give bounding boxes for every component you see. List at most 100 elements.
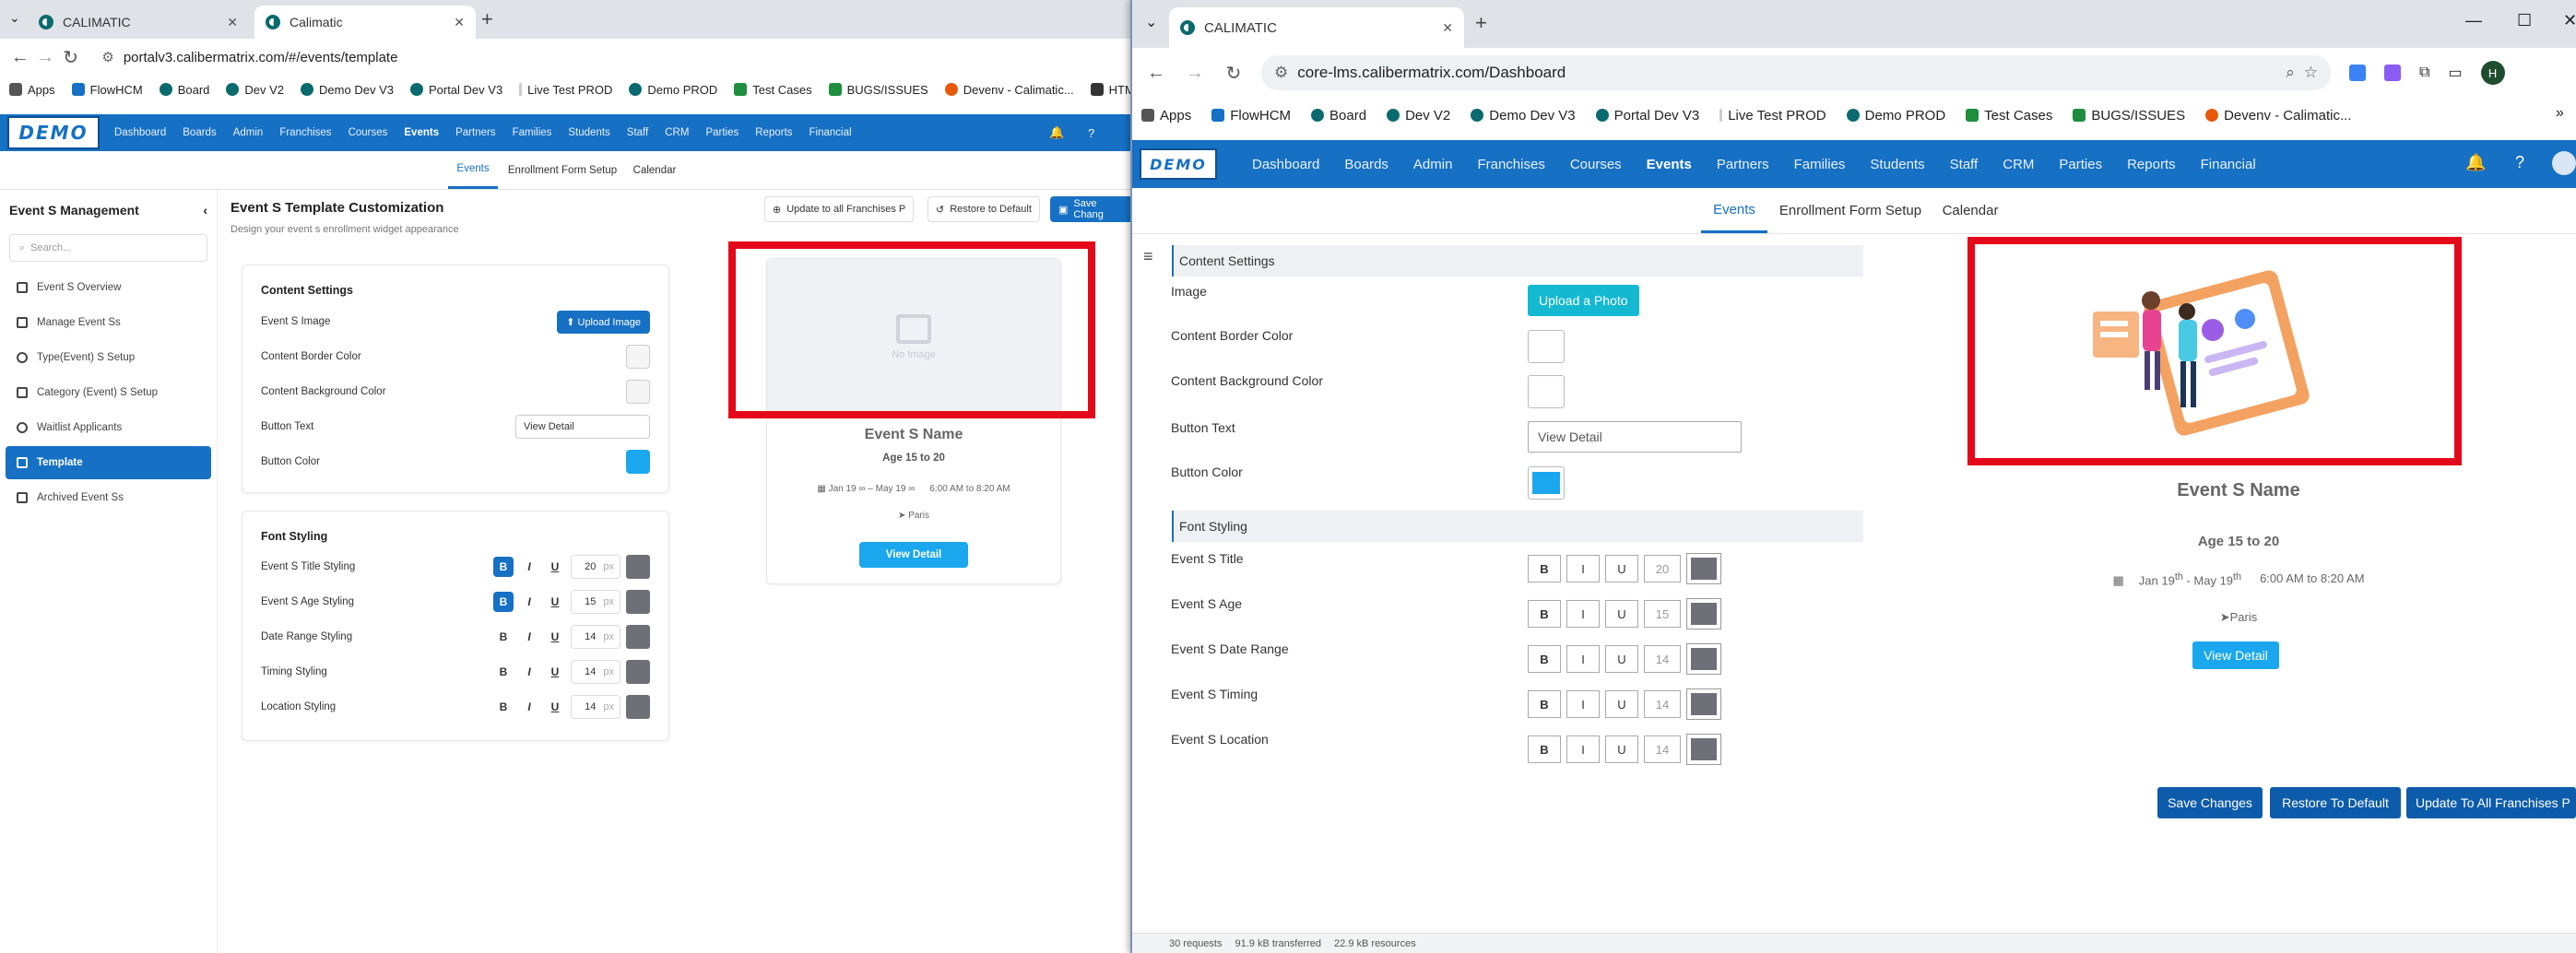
nav-financial[interactable]: Financial bbox=[809, 127, 852, 138]
tab-events[interactable]: Events bbox=[1701, 188, 1767, 233]
sidebar-item-manage-events[interactable]: Manage Event Ss bbox=[6, 306, 211, 339]
upload-image-button[interactable]: ⬆ Upload Image bbox=[557, 310, 650, 334]
tab-events[interactable]: Events bbox=[448, 151, 498, 189]
profile-avatar[interactable]: H bbox=[2480, 61, 2505, 85]
font-size-input[interactable]: 20 px bbox=[571, 555, 620, 579]
nav-staff[interactable]: Staff bbox=[627, 127, 648, 138]
italic-toggle[interactable]: I bbox=[1566, 600, 1600, 628]
close-icon[interactable]: ✕ bbox=[454, 15, 465, 30]
nav-parties[interactable]: Parties bbox=[705, 127, 739, 138]
sidebar-search-input[interactable]: ⌕ Search... bbox=[9, 234, 207, 262]
url-field[interactable]: ⚙ portalv3.calibermatrix.com/#/events/te… bbox=[90, 43, 1130, 71]
font-size-input[interactable]: 14 px bbox=[571, 695, 620, 719]
nav-franchises[interactable]: Franchises bbox=[279, 127, 331, 138]
sidebar-item-category-setup[interactable]: Category (Event) S Setup bbox=[6, 376, 211, 409]
preview-view-detail-button[interactable]: View Detail bbox=[2192, 641, 2279, 669]
nav-parties[interactable]: Parties bbox=[2059, 157, 2102, 172]
bold-toggle[interactable]: B bbox=[1528, 555, 1561, 582]
sidepanel-icon[interactable]: ▭ bbox=[2448, 64, 2462, 82]
bold-toggle[interactable]: B bbox=[493, 697, 514, 717]
font-size-input[interactable]: 15 bbox=[1644, 600, 1681, 628]
font-size-input[interactable]: 14 px bbox=[571, 660, 620, 684]
underline-toggle[interactable]: U bbox=[1605, 735, 1638, 763]
font-color-picker[interactable] bbox=[626, 590, 650, 614]
extension-f-icon[interactable] bbox=[2349, 65, 2366, 81]
nav-reports[interactable]: Reports bbox=[2127, 157, 2176, 172]
font-size-input[interactable]: 15 px bbox=[571, 590, 620, 614]
font-size-input[interactable]: 14 bbox=[1644, 690, 1681, 718]
browser-tab-active[interactable]: Calimatic ✕ bbox=[254, 6, 476, 39]
background-color-picker[interactable] bbox=[1528, 375, 1565, 408]
update-all-franchises-button[interactable]: ⊕ Update to all Franchises P bbox=[764, 196, 915, 222]
nav-families[interactable]: Families bbox=[513, 127, 552, 138]
back-icon[interactable]: ← bbox=[1143, 63, 1169, 84]
browser-tab-active[interactable]: CALIMATIC ✕ bbox=[1169, 7, 1464, 48]
bold-toggle[interactable]: B bbox=[493, 662, 514, 682]
button-text-input[interactable]: View Detail bbox=[1528, 421, 1742, 453]
restore-default-button[interactable]: Restore To Default bbox=[2270, 787, 2401, 818]
menu-icon[interactable]: ≡ bbox=[1143, 247, 1153, 266]
italic-toggle[interactable]: I bbox=[519, 592, 539, 612]
nav-financial[interactable]: Financial bbox=[2201, 157, 2256, 172]
bookmark[interactable]: Devenv - Calimatic... bbox=[944, 83, 1074, 97]
bookmark[interactable]: BUGS/ISSUES bbox=[828, 83, 928, 97]
demo-logo[interactable]: DEMO bbox=[7, 116, 100, 149]
font-color-picker[interactable] bbox=[626, 625, 650, 649]
close-window-icon[interactable]: ✕ bbox=[2563, 11, 2576, 30]
underline-toggle[interactable]: U bbox=[545, 662, 565, 682]
bookmark[interactable]: Portal Dev V3 bbox=[409, 83, 502, 97]
update-all-franchises-button[interactable]: Update To All Franchises P bbox=[2406, 787, 2576, 818]
restore-default-button[interactable]: ↺ Restore to Default bbox=[928, 196, 1040, 222]
nav-partners[interactable]: Partners bbox=[1717, 157, 1769, 172]
url-field[interactable]: ⚙ core-lms.calibermatrix.com/Dashboard ⌕… bbox=[1261, 55, 2331, 90]
italic-toggle[interactable]: I bbox=[1566, 735, 1600, 763]
bookmark[interactable]: Dev V2 bbox=[1387, 108, 1450, 124]
nav-admin[interactable]: Admin bbox=[1413, 157, 1453, 172]
underline-toggle[interactable]: U bbox=[1605, 690, 1638, 718]
nav-dashboard[interactable]: Dashboard bbox=[1252, 157, 1319, 172]
bookmark[interactable]: Demo Dev V3 bbox=[1471, 108, 1576, 124]
italic-toggle[interactable]: I bbox=[1566, 555, 1600, 582]
collapse-chevron-icon[interactable]: ‹ bbox=[203, 203, 207, 218]
tab-list-icon[interactable]: ⌄ bbox=[1145, 13, 1157, 31]
more-bookmarks-icon[interactable]: » bbox=[2556, 105, 2564, 122]
font-color-picker[interactable] bbox=[1686, 643, 1721, 675]
font-size-input[interactable]: 20 bbox=[1644, 555, 1681, 582]
bookmark[interactable]: Board bbox=[1311, 108, 1366, 124]
bell-icon[interactable]: 🔔 bbox=[1049, 125, 1064, 140]
star-icon[interactable]: ☆ bbox=[2304, 64, 2318, 82]
browser-tab[interactable]: CALIMATIC ✕ bbox=[28, 6, 249, 39]
maximize-icon[interactable]: ☐ bbox=[2517, 11, 2532, 30]
bookmark[interactable]: Demo PROD bbox=[1846, 108, 1945, 124]
bookmark[interactable]: Portal Dev V3 bbox=[1595, 108, 1699, 124]
font-size-input[interactable]: 14 bbox=[1644, 645, 1681, 673]
font-color-picker[interactable] bbox=[626, 555, 650, 579]
minimize-icon[interactable]: — bbox=[2465, 11, 2482, 30]
bookmark[interactable]: Live Test PROD bbox=[1719, 108, 1826, 124]
nav-events[interactable]: Events bbox=[404, 127, 439, 138]
demo-logo[interactable]: DEMO bbox=[1140, 148, 1217, 180]
font-color-picker[interactable] bbox=[1686, 688, 1721, 720]
font-size-input[interactable]: 14 px bbox=[571, 625, 620, 649]
nav-courses[interactable]: Courses bbox=[349, 127, 388, 138]
forward-icon[interactable]: → bbox=[32, 47, 57, 68]
button-text-input[interactable]: View Detail bbox=[515, 415, 650, 439]
tab-enrollment-form-setup[interactable]: Enrollment Form Setup bbox=[498, 151, 627, 189]
bookmark-apps[interactable]: Apps bbox=[1141, 108, 1191, 124]
bookmark[interactable]: HTML El bbox=[1090, 83, 1130, 97]
user-avatar[interactable] bbox=[2552, 151, 2576, 175]
sidebar-item-template[interactable]: Template bbox=[6, 446, 211, 479]
bookmark[interactable]: Test Cases bbox=[734, 83, 812, 97]
italic-toggle[interactable]: I bbox=[1566, 645, 1600, 673]
nav-admin[interactable]: Admin bbox=[233, 127, 264, 138]
reload-icon[interactable]: ↻ bbox=[58, 46, 83, 69]
font-size-input[interactable]: 14 bbox=[1644, 735, 1681, 763]
nav-franchises[interactable]: Franchises bbox=[1477, 157, 1544, 172]
bold-toggle[interactable]: B bbox=[1528, 600, 1561, 628]
sidebar-item-waitlist[interactable]: Waitlist Applicants bbox=[6, 411, 211, 444]
background-color-picker[interactable] bbox=[626, 380, 650, 404]
nav-staff[interactable]: Staff bbox=[1950, 157, 1979, 172]
upload-photo-button[interactable]: Upload a Photo bbox=[1528, 285, 1639, 316]
help-icon[interactable]: ? bbox=[1088, 126, 1094, 140]
bookmark[interactable]: Devenv - Calimatic... bbox=[2205, 108, 2351, 124]
